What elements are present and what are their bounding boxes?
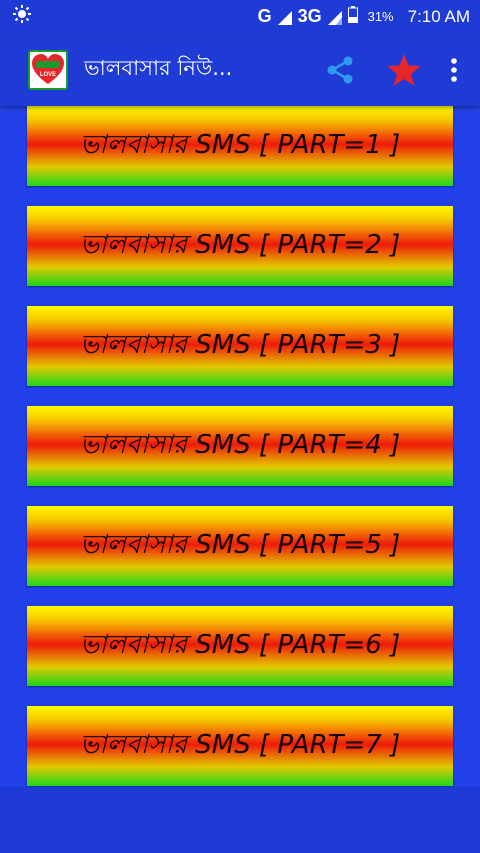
- more-vert-icon: [451, 57, 457, 82]
- part-6-label: ভালবাসার SMS [ PART=6 ]: [79, 630, 401, 660]
- app-title: ভালবাসার নিউ...: [84, 56, 233, 80]
- overflow-menu-button[interactable]: [442, 50, 466, 90]
- part-4-button[interactable]: ভালবাসার SMS [ PART=4 ]: [27, 406, 453, 486]
- network-3g-label: 3G: [297, 6, 322, 26]
- part-3-button[interactable]: ভালবাসার SMS [ PART=3 ]: [27, 306, 453, 386]
- app-bar: LOVE ভালবাসার নিউ...: [0, 33, 480, 106]
- heart-logo-icon: LOVE: [32, 53, 64, 84]
- battery-icon: [347, 5, 358, 28]
- part-1-label: ভালবাসার SMS [ PART=1 ]: [79, 130, 401, 160]
- app-actions: [320, 50, 480, 90]
- part-7-button[interactable]: ভালবাসার SMS [ PART=7 ]: [27, 706, 453, 786]
- logo-text: LOVE: [40, 72, 56, 78]
- part-5-button[interactable]: ভালবাসার SMS [ PART=5 ]: [27, 506, 453, 586]
- status-bar: G 3G 31% 7:10 AM: [0, 0, 480, 33]
- part-2-label: ভালবাসার SMS [ PART=2 ]: [79, 230, 401, 260]
- star-icon: [387, 53, 421, 86]
- share-icon: [327, 56, 353, 83]
- signal-icon: [277, 10, 292, 25]
- brightness-icon: [12, 4, 32, 29]
- clock: 7:10 AM: [407, 6, 470, 26]
- part-4-label: ভালবাসার SMS [ PART=4 ]: [79, 430, 401, 460]
- status-left: [12, 4, 32, 29]
- bottom-band: [0, 787, 480, 853]
- parts-list: ভালবাসার SMS [ PART=1 ] ভালবাসার SMS [ P…: [0, 106, 480, 787]
- app-logo: LOVE: [28, 49, 68, 90]
- status-right: G 3G 31% 7:10 AM: [257, 5, 470, 28]
- part-3-label: ভালবাসার SMS [ PART=3 ]: [79, 330, 401, 360]
- part-7-label: ভালবাসার SMS [ PART=7 ]: [79, 730, 401, 760]
- battery-percent: 31%: [367, 9, 394, 24]
- part-1-button[interactable]: ভালবাসার SMS [ PART=1 ]: [27, 106, 453, 186]
- part-5-label: ভালবাসার SMS [ PART=5 ]: [79, 530, 401, 560]
- share-button[interactable]: [320, 50, 360, 90]
- part-6-button[interactable]: ভালবাসার SMS [ PART=6 ]: [27, 606, 453, 686]
- signal-icon-2: [327, 10, 342, 25]
- favorite-button[interactable]: [384, 50, 424, 90]
- part-2-button[interactable]: ভালবাসার SMS [ PART=2 ]: [27, 206, 453, 286]
- network-g-label: G: [257, 6, 272, 26]
